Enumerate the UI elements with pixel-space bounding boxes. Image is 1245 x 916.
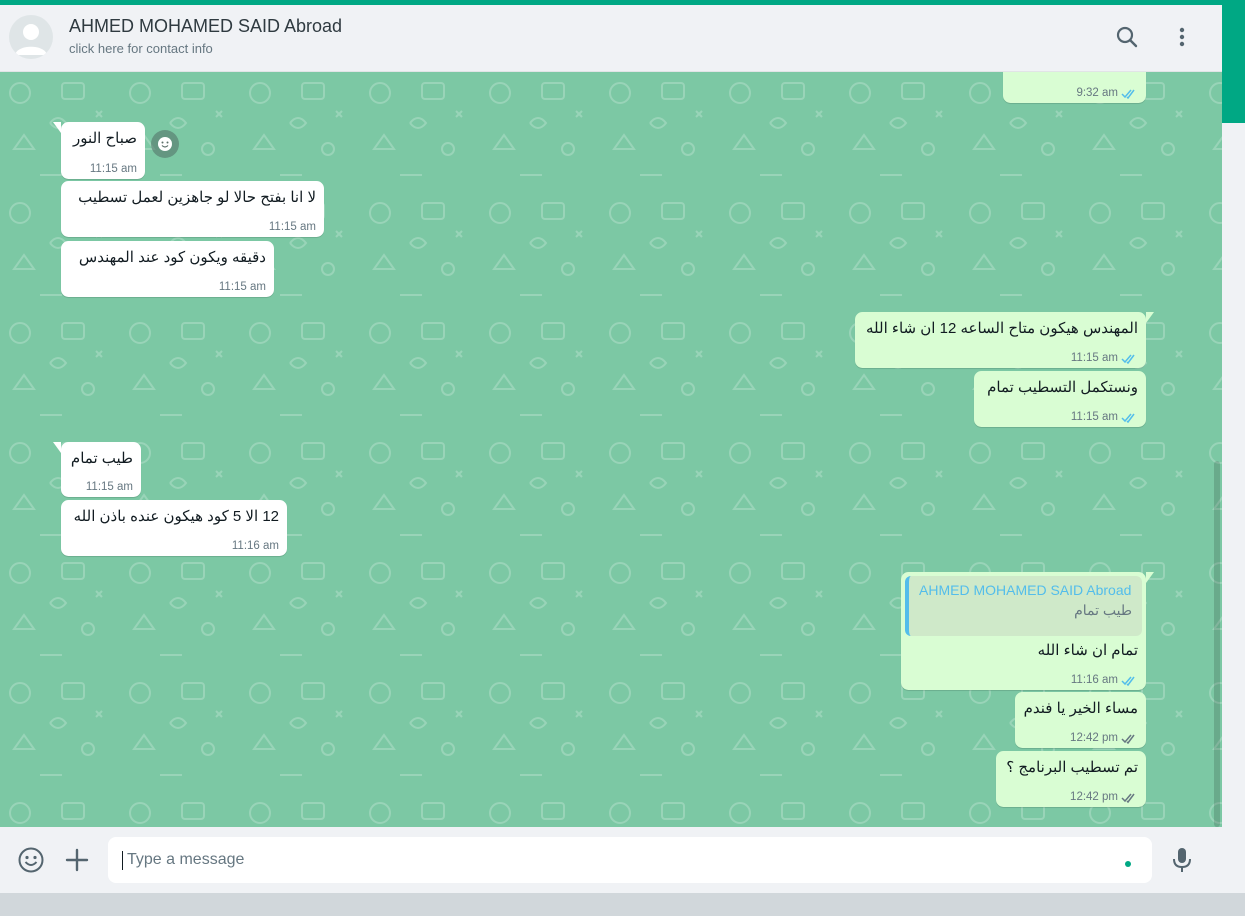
microphone-icon[interactable] <box>1169 846 1195 874</box>
message-meta: 12:42 pm <box>1070 791 1138 803</box>
double-check-icon <box>1121 734 1135 744</box>
message-text: تمام ان شاء الله <box>1037 642 1138 659</box>
message-meta: 11:15 am <box>1071 411 1138 423</box>
message-input[interactable]: Type a message <box>108 837 1152 883</box>
message-meta: 12:42 pm <box>1070 732 1138 744</box>
text-caret <box>122 851 123 870</box>
message-text: 12 الا 5 كود هيكون عنده باذن الله <box>73 508 279 525</box>
default-avatar-icon[interactable] <box>9 15 53 59</box>
message-text: لا انا بفتح حالا لو جاهزين لعمل تسطيب <box>78 189 316 206</box>
double-check-icon <box>1121 413 1135 423</box>
contact-info-hint[interactable]: click here for contact info <box>69 41 213 56</box>
window-accent-strip <box>1222 5 1245 123</box>
message-time: 11:15 am <box>1070 411 1118 423</box>
double-check-icon <box>1121 793 1135 803</box>
message-meta: 11:16 am <box>232 540 279 552</box>
message-meta: 11:15 am <box>1071 352 1138 364</box>
message-text: صباح النور <box>73 130 137 147</box>
composer-bar: Type a message <box>0 827 1222 893</box>
message-text: ونستكمل التسطيب تمام <box>987 379 1138 396</box>
bubble-tail <box>53 442 61 453</box>
message-input-placeholder: Type a message <box>127 851 245 868</box>
message-bubble-outgoing[interactable]: تم تسطيب البرنامج ؟ 12:42 pm <box>996 751 1146 807</box>
plus-icon[interactable] <box>64 847 90 873</box>
search-icon[interactable] <box>1114 24 1140 50</box>
message-bubble-outgoing-reply[interactable]: AHMED MOHAMED SAID Abroad طيب تمام تمام … <box>901 572 1154 690</box>
emoji-icon[interactable] <box>17 846 45 874</box>
message-text: تم تسطيب البرنامج ؟ <box>1006 759 1138 776</box>
message-time: 11:16 am <box>1070 674 1118 686</box>
message-bubble-incoming[interactable]: طيب تمام 11:15 am <box>53 442 141 497</box>
bubble-tail <box>1146 572 1154 583</box>
message-text: المهندس هيكون متاح الساعه 12 ان شاء الله <box>866 320 1138 337</box>
quoted-sender: AHMED MOHAMED SAID Abroad <box>919 582 1132 598</box>
message-meta: 11:15 am <box>219 281 266 293</box>
message-time: 11:15 am <box>268 221 316 233</box>
message-bubble-incoming[interactable]: دقيقه ويكون كود عند المهندس 11:15 am <box>61 241 274 297</box>
message-time: 11:15 am <box>1070 352 1118 364</box>
window-side-edge <box>1222 123 1245 893</box>
message-bubble-outgoing[interactable]: مساء الخير يا فندم 12:42 pm <box>1015 692 1146 748</box>
scrollbar[interactable] <box>1214 461 1220 827</box>
bubble-tail <box>1146 312 1154 323</box>
message-bubble-incoming[interactable]: 12 الا 5 كود هيكون عنده باذن الله 11:16 … <box>61 500 287 556</box>
message-meta: 9:32 am <box>1076 87 1138 99</box>
message-list[interactable]: 9:32 am صباح النور 11:15 am لا انا بفتح … <box>0 71 1222 827</box>
emoji-reaction-icon[interactable] <box>151 130 179 158</box>
message-time: 11:16 am <box>231 540 279 552</box>
message-text: مساء الخير يا فندم <box>1023 700 1138 717</box>
contact-name[interactable]: AHMED MOHAMED SAID Abroad <box>69 16 342 37</box>
double-check-icon <box>1121 676 1135 686</box>
message-bubble-incoming[interactable]: لا انا بفتح حالا لو جاهزين لعمل تسطيب 11… <box>61 181 324 237</box>
bubble-tail <box>53 122 61 133</box>
message-meta: 11:16 am <box>1071 674 1138 686</box>
double-check-icon <box>1121 89 1135 99</box>
chat-header[interactable]: AHMED MOHAMED SAID Abroad click here for… <box>0 5 1222 72</box>
quoted-message[interactable]: AHMED MOHAMED SAID Abroad طيب تمام <box>905 576 1142 636</box>
message-time: 12:42 pm <box>1070 791 1118 803</box>
message-meta: 11:15 am <box>90 163 137 175</box>
message-bubble-incoming[interactable]: صباح النور 11:15 am <box>53 122 145 179</box>
message-text: طيب تمام <box>70 450 133 467</box>
status-dot <box>1125 861 1131 867</box>
message-time: 11:15 am <box>89 163 137 175</box>
message-time: 11:15 am <box>218 281 266 293</box>
message-bubble-outgoing[interactable]: ونستكمل التسطيب تمام 11:15 am <box>974 371 1146 427</box>
message-time: 12:42 pm <box>1070 732 1118 744</box>
message-time: 9:32 am <box>1076 87 1118 99</box>
quoted-text: طيب تمام <box>1074 602 1132 618</box>
chat-window: AHMED MOHAMED SAID Abroad click here for… <box>0 5 1222 893</box>
message-meta: 11:15 am <box>86 481 133 493</box>
message-time: 11:15 am <box>85 481 133 493</box>
message-bubble-outgoing[interactable]: المهندس هيكون متاح الساعه 12 ان شاء الله… <box>855 312 1154 368</box>
message-bubble-outgoing[interactable]: 9:32 am <box>1003 71 1146 103</box>
message-meta: 11:15 am <box>269 221 316 233</box>
more-vertical-icon[interactable] <box>1169 24 1195 50</box>
message-text: دقيقه ويكون كود عند المهندس <box>78 249 266 266</box>
window-bottom-edge <box>0 893 1245 916</box>
double-check-icon <box>1121 354 1135 364</box>
